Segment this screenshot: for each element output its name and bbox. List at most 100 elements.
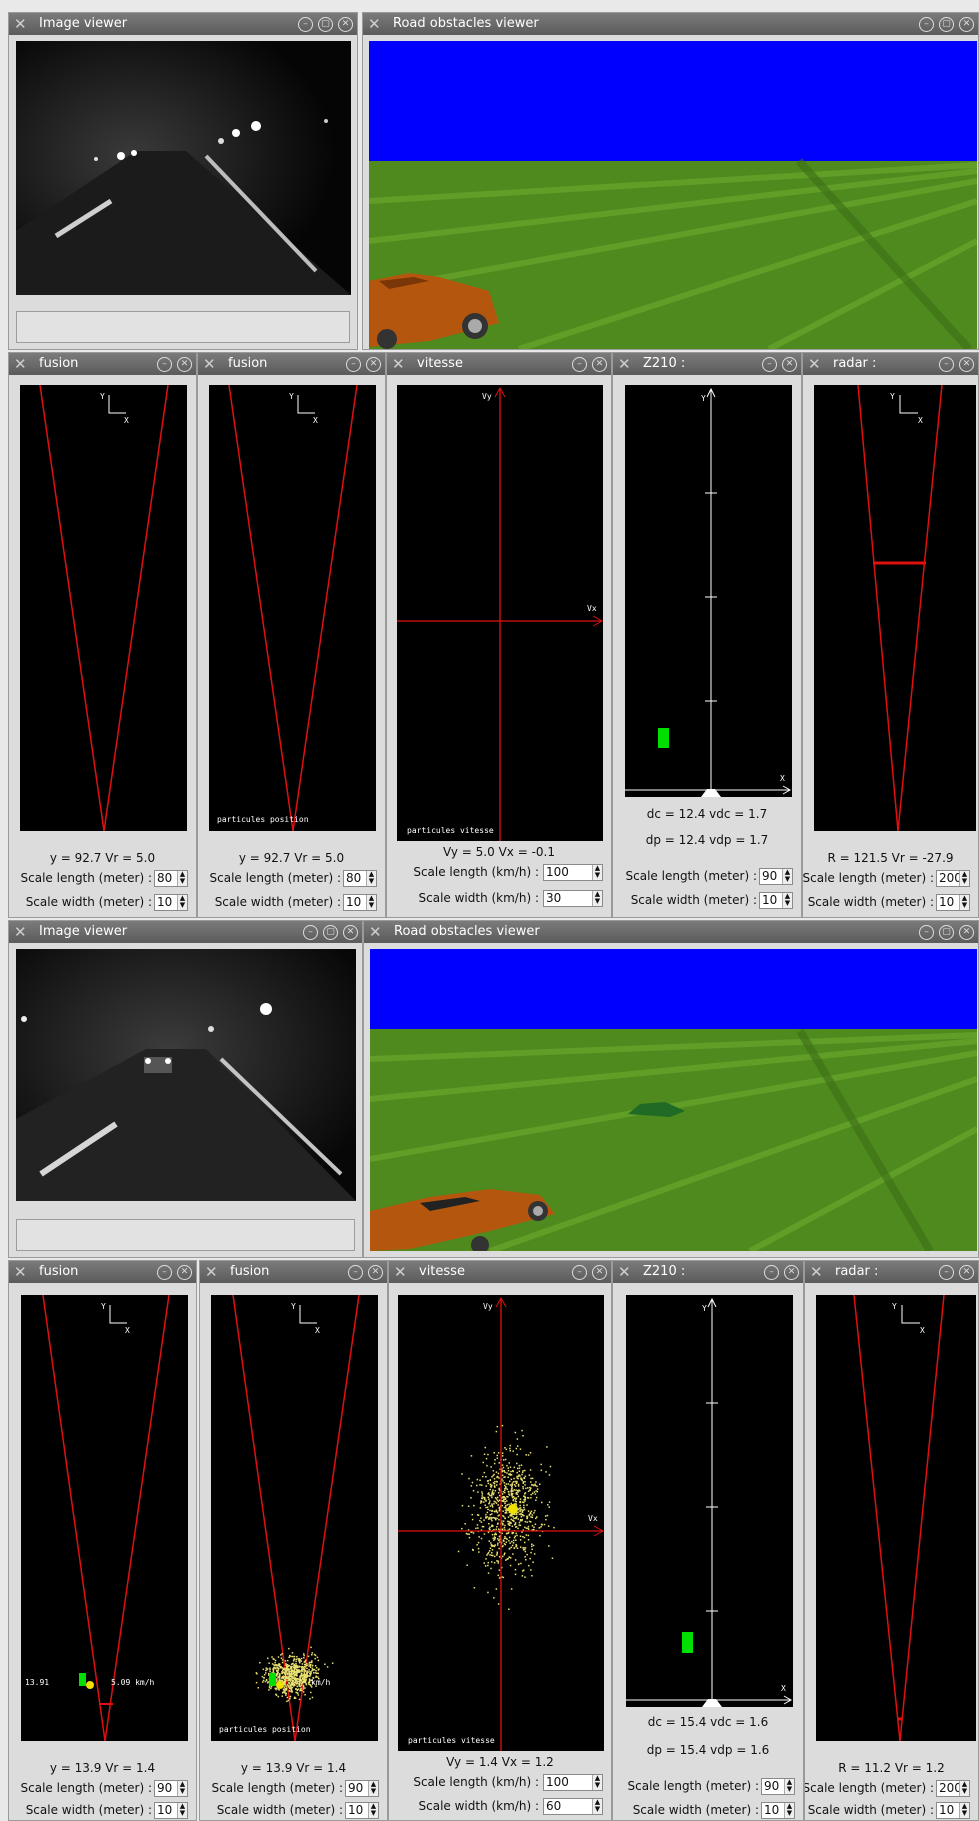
close-icon[interactable]: ✕ [592,357,607,372]
scale-width-spinner[interactable]: 10 ▲ ▼ [154,894,188,911]
app-menu-icon[interactable]: ✕ [618,1261,631,1283]
scale-length-spinner[interactable]: 100 ▲ ▼ [543,1774,603,1791]
title-bar[interactable]: ✕ fusion – ✕ [200,1261,387,1283]
title-bar[interactable]: ✕ radar : – ✕ [803,353,978,375]
scale-width-spinner[interactable]: 30 ▲ ▼ [543,890,603,907]
spinner-arrows-icon[interactable]: ▲ ▼ [366,871,376,886]
scale-length-spinner[interactable]: 90 ▲ ▼ [759,868,793,885]
title-bar[interactable]: ✕ Image viewer – ▢ ✕ [9,921,362,943]
scale-length-spinner[interactable]: 100 ▲ ▼ [543,864,603,881]
spinner-arrows-icon[interactable]: ▲ ▼ [592,1775,602,1790]
app-menu-icon[interactable]: ✕ [14,353,27,375]
minimize-icon[interactable]: – [348,1265,363,1280]
app-menu-icon[interactable]: ✕ [14,921,27,943]
scale-length-spinner[interactable]: 200 ▲ ▼ [936,870,970,887]
minimize-icon[interactable]: – [919,17,934,32]
minimize-icon[interactable]: – [572,357,587,372]
minimize-icon[interactable]: – [939,357,954,372]
app-menu-icon[interactable]: ✕ [14,1261,27,1283]
title-bar[interactable]: ✕ radar : – ✕ [805,1261,978,1283]
minimize-icon[interactable]: – [303,925,318,940]
close-icon[interactable]: ✕ [338,17,353,32]
minimize-icon[interactable]: – [762,357,777,372]
maximize-icon[interactable]: ▢ [939,925,954,940]
scale-length-spinner[interactable]: 200 ▲ ▼ [936,1780,970,1797]
app-menu-icon[interactable]: ✕ [368,13,381,35]
close-icon[interactable]: ✕ [177,357,192,372]
app-menu-icon[interactable]: ✕ [205,1261,218,1283]
scale-length-spinner[interactable]: 90 ▲ ▼ [345,1780,379,1797]
close-icon[interactable]: ✕ [177,1265,192,1280]
title-bar[interactable]: ✕ fusion – ✕ [9,1261,196,1283]
spinner-arrows-icon[interactable]: ▲ ▼ [784,1779,794,1794]
spinner-arrows-icon[interactable]: ▲ ▼ [959,895,969,910]
spinner-arrows-icon[interactable]: ▲ ▼ [177,871,187,886]
title-bar[interactable]: ✕ fusion – ✕ [198,353,385,375]
app-menu-icon[interactable]: ✕ [810,1261,823,1283]
maximize-icon[interactable]: ▢ [939,17,954,32]
app-menu-icon[interactable]: ✕ [14,13,27,35]
maximize-icon[interactable]: ▢ [318,17,333,32]
spinner-arrows-icon[interactable]: ▲ ▼ [177,895,187,910]
close-icon[interactable]: ✕ [959,17,974,32]
close-icon[interactable]: ✕ [343,925,358,940]
spinner-arrows-icon[interactable]: ▲ ▼ [366,895,376,910]
title-bar[interactable]: ✕ Z210 : – ✕ [613,353,801,375]
spinner-arrows-icon[interactable]: ▲ ▼ [177,1803,187,1818]
spinner-arrows-icon[interactable]: ▲ ▼ [959,1781,969,1796]
minimize-icon[interactable]: – [298,17,313,32]
spinner-arrows-icon[interactable]: ▲ ▼ [782,869,792,884]
close-icon[interactable]: ✕ [959,1265,974,1280]
minimize-icon[interactable]: – [939,1265,954,1280]
scale-width-spinner[interactable]: 10 ▲ ▼ [759,892,793,909]
scale-width-spinner[interactable]: 10 ▲ ▼ [936,1802,970,1819]
spinner-arrows-icon[interactable]: ▲ ▼ [592,891,602,906]
close-icon[interactable]: ✕ [784,1265,799,1280]
spinner-arrows-icon[interactable]: ▲ ▼ [368,1803,378,1818]
title-bar[interactable]: ✕ fusion – ✕ [9,353,196,375]
title-bar[interactable]: ✕ Image viewer – ▢ ✕ [9,13,357,35]
app-menu-icon[interactable]: ✕ [808,353,821,375]
app-menu-icon[interactable]: ✕ [394,1261,407,1283]
spinner-arrows-icon[interactable]: ▲ ▼ [959,1803,969,1818]
close-icon[interactable]: ✕ [959,925,974,940]
minimize-icon[interactable]: – [572,1265,587,1280]
title-bar[interactable]: ✕ Road obstacles viewer – ▢ ✕ [363,13,978,35]
title-bar[interactable]: ✕ vitesse – ✕ [389,1261,611,1283]
scale-length-spinner[interactable]: 90 ▲ ▼ [761,1778,795,1795]
scale-width-spinner[interactable]: 10 ▲ ▼ [345,1802,379,1819]
minimize-icon[interactable]: – [157,1265,172,1280]
scale-length-spinner[interactable]: 80 ▲ ▼ [154,870,188,887]
scale-width-spinner[interactable]: 10 ▲ ▼ [761,1802,795,1819]
spinner-arrows-icon[interactable]: ▲ ▼ [592,865,602,880]
spinner-arrows-icon[interactable]: ▲ ▼ [368,1781,378,1796]
scale-width-spinner[interactable]: 10 ▲ ▼ [343,894,377,911]
maximize-icon[interactable]: ▢ [323,925,338,940]
close-icon[interactable]: ✕ [366,357,381,372]
scale-width-spinner[interactable]: 10 ▲ ▼ [936,894,970,911]
close-icon[interactable]: ✕ [959,357,974,372]
scale-length-spinner[interactable]: 80 ▲ ▼ [343,870,377,887]
app-menu-icon[interactable]: ✕ [618,353,631,375]
minimize-icon[interactable]: – [919,925,934,940]
scale-width-spinner[interactable]: 10 ▲ ▼ [154,1802,188,1819]
minimize-icon[interactable]: – [764,1265,779,1280]
spinner-arrows-icon[interactable]: ▲ ▼ [784,1803,794,1818]
app-menu-icon[interactable]: ✕ [369,921,382,943]
spinner-arrows-icon[interactable]: ▲ ▼ [782,893,792,908]
scale-width-spinner[interactable]: 60 ▲ ▼ [543,1798,603,1815]
app-menu-icon[interactable]: ✕ [203,353,216,375]
close-icon[interactable]: ✕ [592,1265,607,1280]
close-icon[interactable]: ✕ [368,1265,383,1280]
spinner-arrows-icon[interactable]: ▲ ▼ [959,871,969,886]
close-icon[interactable]: ✕ [782,357,797,372]
title-bar[interactable]: ✕ vitesse – ✕ [387,353,611,375]
title-bar[interactable]: ✕ Road obstacles viewer – ▢ ✕ [364,921,978,943]
minimize-icon[interactable]: – [157,357,172,372]
spinner-arrows-icon[interactable]: ▲ ▼ [592,1799,602,1814]
app-menu-icon[interactable]: ✕ [392,353,405,375]
spinner-arrows-icon[interactable]: ▲ ▼ [177,1781,187,1796]
minimize-icon[interactable]: – [346,357,361,372]
title-bar[interactable]: ✕ Z210 : – ✕ [613,1261,803,1283]
scale-length-spinner[interactable]: 90 ▲ ▼ [154,1780,188,1797]
